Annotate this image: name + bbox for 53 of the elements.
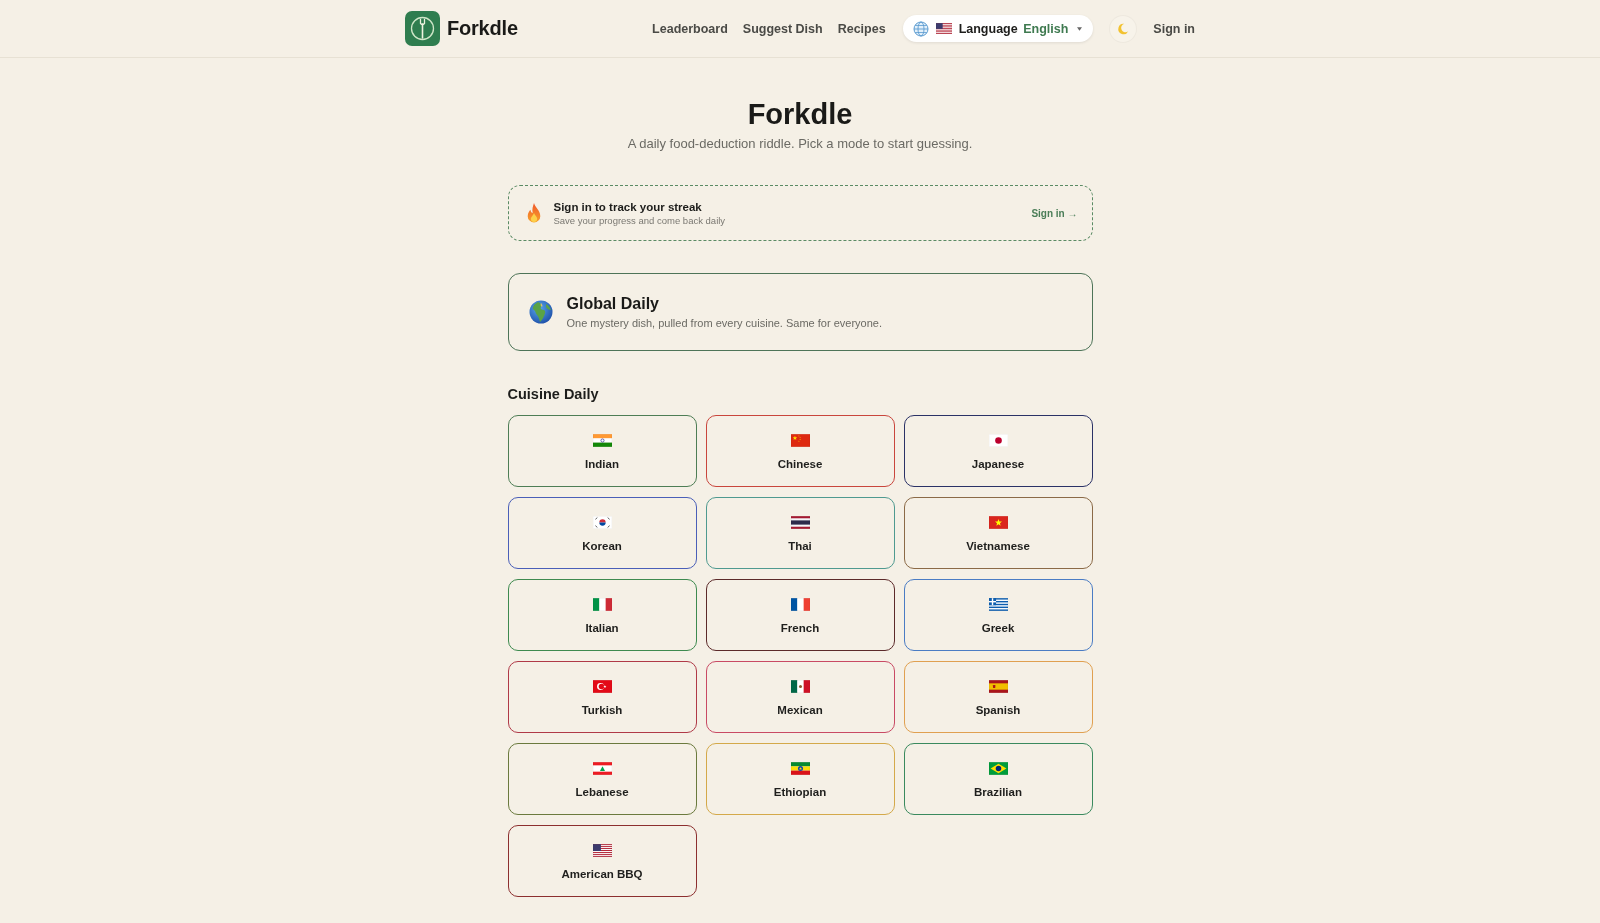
logo-icon[interactable] xyxy=(405,11,440,46)
banner-subtitle: Save your progress and come back daily xyxy=(553,214,726,227)
korea-flag-icon xyxy=(592,516,612,529)
cuisine-card[interactable]: Ethiopian xyxy=(705,743,895,815)
theme-toggle-button[interactable] xyxy=(1110,15,1137,42)
cuisine-card[interactable]: American BBQ xyxy=(507,825,697,897)
nav-link[interactable]: Recipes xyxy=(837,21,886,36)
brazil-flag-icon xyxy=(988,762,1008,775)
ethiopia-flag-icon xyxy=(790,762,810,775)
page-subtitle: A daily food-deduction riddle. Pick a mode to start guessing. xyxy=(626,135,974,153)
cuisine-card[interactable]: Mexican xyxy=(705,661,895,733)
cuisine-card[interactable]: Japanese xyxy=(903,415,1093,487)
nav-link[interactable]: Suggest Dish xyxy=(742,21,823,36)
cuisine-card[interactable]: Indian xyxy=(507,415,697,487)
nav-link[interactable]: Leaderboard xyxy=(652,21,728,36)
global-daily-card[interactable]: Global Daily One mystery dish, pulled from every cuisine. Same for everyone. xyxy=(507,273,1093,351)
language-selector[interactable]: Language English xyxy=(902,15,1094,42)
global-daily-title: Global Daily xyxy=(566,294,660,313)
section-heading: Cuisine Daily xyxy=(507,385,600,404)
usa-flag-icon xyxy=(592,844,612,857)
cuisine-card[interactable]: Brazilian xyxy=(903,743,1093,815)
page-title: Forkdle xyxy=(746,97,854,131)
cuisine-card[interactable]: Greek xyxy=(903,579,1093,651)
japan-flag-icon xyxy=(988,434,1008,447)
greece-flag-icon xyxy=(988,598,1008,611)
china-flag-icon xyxy=(790,434,810,447)
cuisine-card[interactable]: Thai xyxy=(705,497,895,569)
cuisine-card[interactable]: Vietnamese xyxy=(903,497,1093,569)
sign-in-link[interactable]: Sign in → xyxy=(1031,207,1078,219)
thailand-flag-icon xyxy=(790,516,810,529)
banner-title: Sign in to track your streak xyxy=(553,199,703,214)
cuisine-card[interactable]: Lebanese xyxy=(507,743,697,815)
usa-flag-icon xyxy=(935,23,952,34)
global-daily-description: One mystery dish, pulled from every cuisine. Same for everyone. xyxy=(566,316,882,330)
globe-icon xyxy=(912,20,929,37)
spain-flag-icon xyxy=(988,680,1008,693)
italy-flag-icon xyxy=(592,598,612,611)
cuisine-card[interactable]: Spanish xyxy=(903,661,1093,733)
sign-in-link[interactable]: Sign in xyxy=(1153,21,1195,36)
cuisine-card[interactable]: Turkish xyxy=(507,661,697,733)
india-flag-icon xyxy=(592,434,612,447)
vietnam-flag-icon xyxy=(988,516,1008,529)
brand-name[interactable]: Forkdle xyxy=(447,17,518,40)
cuisine-card[interactable]: French xyxy=(705,579,895,651)
lebanon-flag-icon xyxy=(592,762,612,775)
cuisine-card[interactable]: Chinese xyxy=(705,415,895,487)
mexico-flag-icon xyxy=(790,680,810,693)
france-flag-icon xyxy=(790,598,810,611)
turkey-flag-icon xyxy=(592,680,612,693)
cuisine-card[interactable]: Italian xyxy=(507,579,697,651)
earth-icon xyxy=(528,300,553,324)
cuisine-card[interactable]: Korean xyxy=(507,497,697,569)
caret-icon xyxy=(1077,26,1083,31)
